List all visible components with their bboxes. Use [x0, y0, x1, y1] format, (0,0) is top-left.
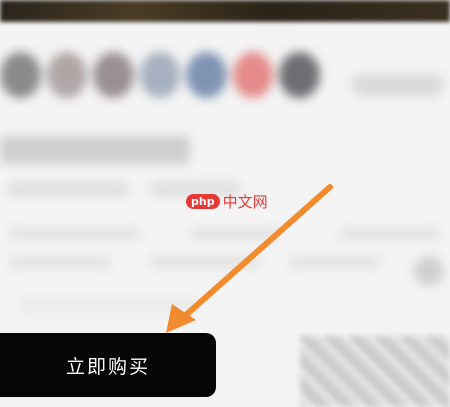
blurred-line: [340, 228, 440, 240]
blurred-image: [300, 336, 450, 407]
thumbnail-row: [0, 52, 321, 102]
thumbnail: [139, 52, 181, 98]
blurred-subtitle: [8, 182, 128, 196]
thumbnail: [279, 52, 321, 98]
blurred-line: [10, 228, 140, 240]
thumbnail: [46, 52, 88, 98]
blurred-line: [20, 300, 200, 312]
side-pill: [352, 74, 444, 96]
watermark: php 中文网: [186, 191, 268, 212]
thumbnail: [0, 52, 41, 98]
watermark-badge: php: [186, 194, 220, 209]
blurred-line: [290, 256, 380, 268]
blurred-line: [190, 228, 280, 240]
blurred-title: [0, 136, 190, 164]
blurred-line: [10, 256, 110, 268]
thumbnail: [186, 52, 227, 98]
blurred-round-button: [414, 256, 444, 286]
buy-now-label: 立即购买: [65, 355, 150, 378]
watermark-text: 中文网: [222, 193, 268, 211]
thumbnail: [93, 52, 134, 98]
blurred-line: [150, 256, 260, 268]
buy-now-button[interactable]: 立即购买: [0, 333, 216, 397]
thumbnail: [232, 52, 274, 98]
